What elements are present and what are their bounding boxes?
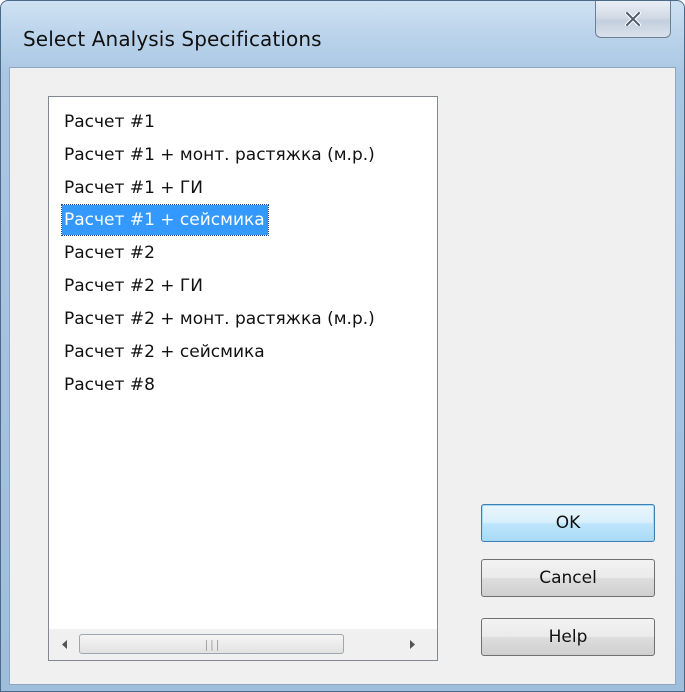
dialog-window: Select Analysis Specifications Расчет #1… bbox=[0, 0, 685, 692]
scroll-right-button[interactable] bbox=[398, 629, 425, 660]
list-item[interactable]: Расчет #1 bbox=[62, 107, 158, 137]
close-icon bbox=[625, 12, 641, 26]
scroll-left-button[interactable] bbox=[51, 629, 78, 660]
list-item[interactable]: Расчет #2 + сейсмика bbox=[62, 337, 268, 367]
list-item[interactable]: Расчет #2 bbox=[62, 238, 158, 268]
chevron-left-icon bbox=[61, 640, 67, 649]
analysis-spec-listbox[interactable]: Расчет #1 Расчет #1 + монт. растяжка (м.… bbox=[48, 96, 438, 661]
title-bar[interactable]: Select Analysis Specifications bbox=[1, 1, 684, 67]
horizontal-scrollbar[interactable]: ||| bbox=[49, 629, 437, 660]
listbox-items: Расчет #1 Расчет #1 + монт. растяжка (м.… bbox=[49, 97, 437, 628]
close-button[interactable] bbox=[595, 1, 671, 38]
list-item[interactable]: Расчет #1 + ГИ bbox=[62, 173, 206, 203]
list-item[interactable]: Расчет #1 + монт. растяжка (м.р.) bbox=[62, 140, 378, 170]
list-item[interactable]: Расчет #8 bbox=[62, 370, 158, 400]
help-button[interactable]: Help bbox=[481, 618, 655, 656]
list-item[interactable]: Расчет #1 + сейсмика bbox=[61, 204, 269, 236]
list-item[interactable]: Расчет #2 + монт. растяжка (м.р.) bbox=[62, 304, 378, 334]
window-title: Select Analysis Specifications bbox=[23, 27, 322, 51]
cancel-button[interactable]: Cancel bbox=[481, 559, 655, 597]
ok-button[interactable]: OK bbox=[481, 504, 655, 542]
scroll-thumb[interactable]: ||| bbox=[79, 634, 344, 654]
grip-icon: ||| bbox=[203, 637, 221, 651]
list-item[interactable]: Расчет #2 + ГИ bbox=[62, 271, 206, 301]
chevron-right-icon bbox=[409, 640, 415, 649]
dialog-client-area: Расчет #1 Расчет #1 + монт. растяжка (м.… bbox=[9, 67, 676, 685]
